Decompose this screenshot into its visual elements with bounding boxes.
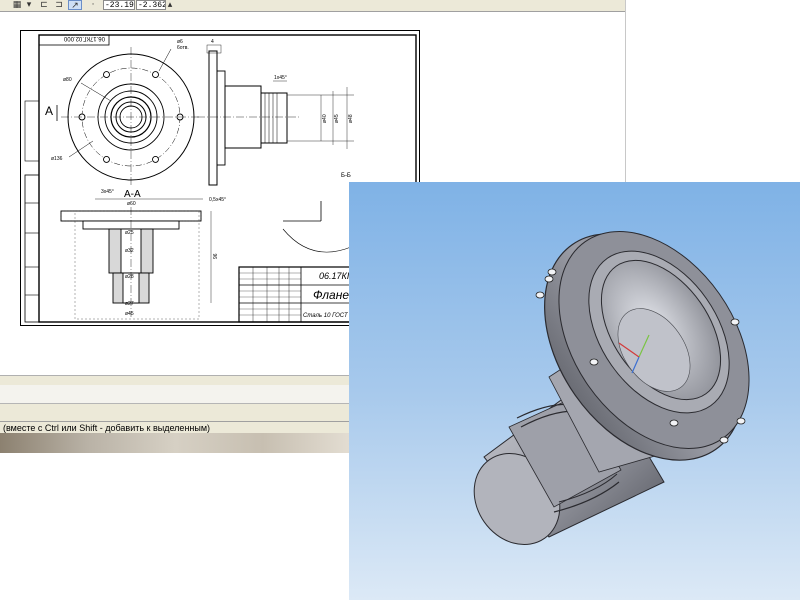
- front-view: ø80 ø136 ø6 6отв. А: [45, 39, 201, 187]
- status-hint: (вместе с Ctrl или Shift - добавить к вы…: [3, 423, 211, 433]
- dim-14x45-label: 1х45°: [274, 75, 287, 81]
- snap-left-icon[interactable]: ⊏: [37, 0, 51, 10]
- snap-right-icon[interactable]: ⊐: [52, 0, 66, 10]
- view-a-label: А: [45, 104, 53, 118]
- dim-05x45-label: 0,5х45°: [209, 197, 226, 203]
- point-icon[interactable]: ·: [86, 0, 100, 10]
- status-bar: (вместе с Ctrl или Shift - добавить к вы…: [0, 421, 350, 433]
- toolbar: ▦ ▾ ⊏ ⊐ ↗ · -23.192 -2.3625 ▴: [0, 0, 625, 12]
- dropdown-arrow-icon[interactable]: ▾: [22, 0, 36, 10]
- panel-body: [0, 385, 350, 403]
- dim-d48-label: ø48: [348, 114, 354, 123]
- dim-side-top-label: 4: [211, 39, 214, 45]
- section-a-a: А-А 3х45° 0,5х45° ø60 ø25 ø32 ø28 ø27 ø4…: [60, 189, 226, 320]
- dim-d28-label: ø28: [125, 274, 134, 280]
- dim-d45-label: ø45: [334, 114, 340, 123]
- flange-3d-model: [473, 231, 750, 546]
- dim-d45-section-label: ø45: [125, 311, 134, 317]
- section-b-b: Б-Б: [282, 173, 352, 253]
- section-label: А-А: [124, 189, 141, 200]
- dim-d32-label: ø32: [125, 248, 134, 254]
- dim-d40-label: ø40: [322, 114, 328, 123]
- model-viewport-3d[interactable]: [349, 182, 800, 600]
- panel-toolbar: [0, 403, 350, 422]
- coordinate-x-field[interactable]: -23.192: [103, 0, 135, 10]
- section-b-label: Б-Б: [341, 173, 351, 179]
- cursor-mode-icon[interactable]: ↗: [68, 0, 82, 11]
- dim-r136-label: ø136: [51, 156, 63, 162]
- dim-d60-label: ø60: [127, 201, 136, 207]
- dim-6otv-label: 6отв.: [177, 45, 189, 51]
- dim-d27-label: ø27: [125, 301, 134, 307]
- dim-r80-label: ø80: [63, 77, 72, 83]
- dim-d25-label: ø25: [125, 230, 134, 236]
- background-image: [0, 433, 350, 453]
- coordinate-y-field[interactable]: -2.3625: [136, 0, 166, 10]
- dim-3x45-label: 3х45°: [101, 189, 114, 195]
- side-view: ø40 ø45 ø48 1х45° 4: [197, 39, 354, 186]
- dim-96-label: 96: [213, 253, 219, 259]
- spinner-icon[interactable]: ▴: [166, 0, 174, 10]
- sheet-code: 06.17КГ.02.000: [63, 35, 105, 41]
